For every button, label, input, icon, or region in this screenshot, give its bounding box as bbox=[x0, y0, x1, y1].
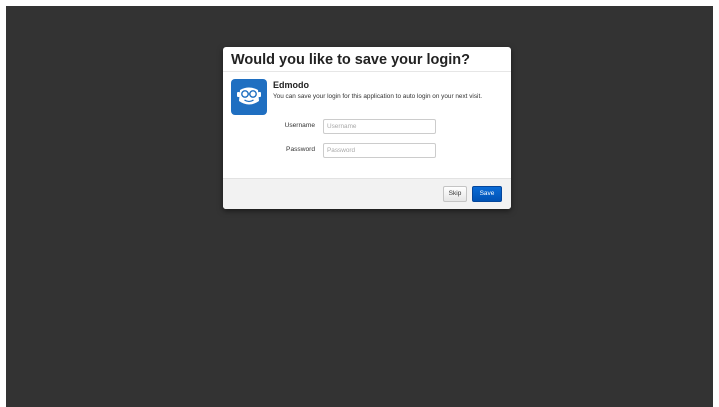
skip-button[interactable]: Skip bbox=[443, 186, 467, 202]
save-login-dialog: Would you like to save your login? Edmod… bbox=[223, 47, 511, 209]
dialog-footer: Skip Save bbox=[223, 178, 511, 209]
dialog-body: Edmodo You can save your login for this … bbox=[223, 72, 511, 177]
app-description: You can save your login for this applica… bbox=[273, 93, 483, 100]
password-label: Password bbox=[286, 146, 315, 153]
edmodo-logo-icon bbox=[231, 79, 267, 115]
password-input[interactable] bbox=[323, 143, 436, 158]
app-name: Edmodo bbox=[273, 80, 309, 90]
save-button[interactable]: Save bbox=[472, 186, 502, 202]
username-label: Username bbox=[284, 122, 315, 129]
dialog-title: Would you like to save your login? bbox=[231, 52, 471, 68]
username-input[interactable] bbox=[323, 119, 436, 134]
dialog-header: Would you like to save your login? bbox=[223, 47, 511, 72]
